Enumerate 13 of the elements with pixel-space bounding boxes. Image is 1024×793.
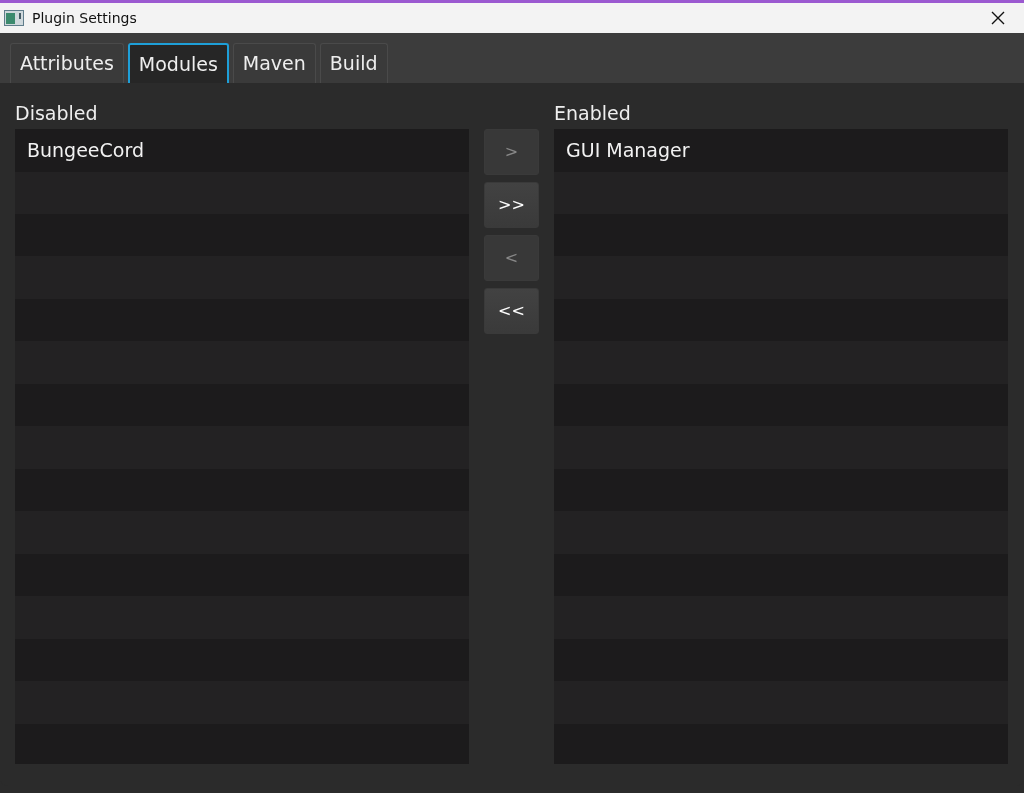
tab[interactable]: Build (319, 43, 388, 83)
move-button[interactable]: >> (484, 182, 539, 228)
app-icon (4, 10, 24, 26)
move-button[interactable]: << (484, 288, 539, 334)
window-title: Plugin Settings (32, 8, 137, 28)
list-item[interactable]: BungeeCord (15, 129, 469, 172)
close-icon (991, 11, 1005, 25)
tab[interactable]: Maven (232, 43, 316, 83)
list-item[interactable]: GUI Manager (554, 129, 1008, 172)
tab[interactable]: Attributes (10, 43, 124, 83)
tab[interactable]: Modules (127, 43, 229, 83)
list-label: Enabled (554, 101, 632, 126)
list-label: Disabled (15, 101, 99, 126)
